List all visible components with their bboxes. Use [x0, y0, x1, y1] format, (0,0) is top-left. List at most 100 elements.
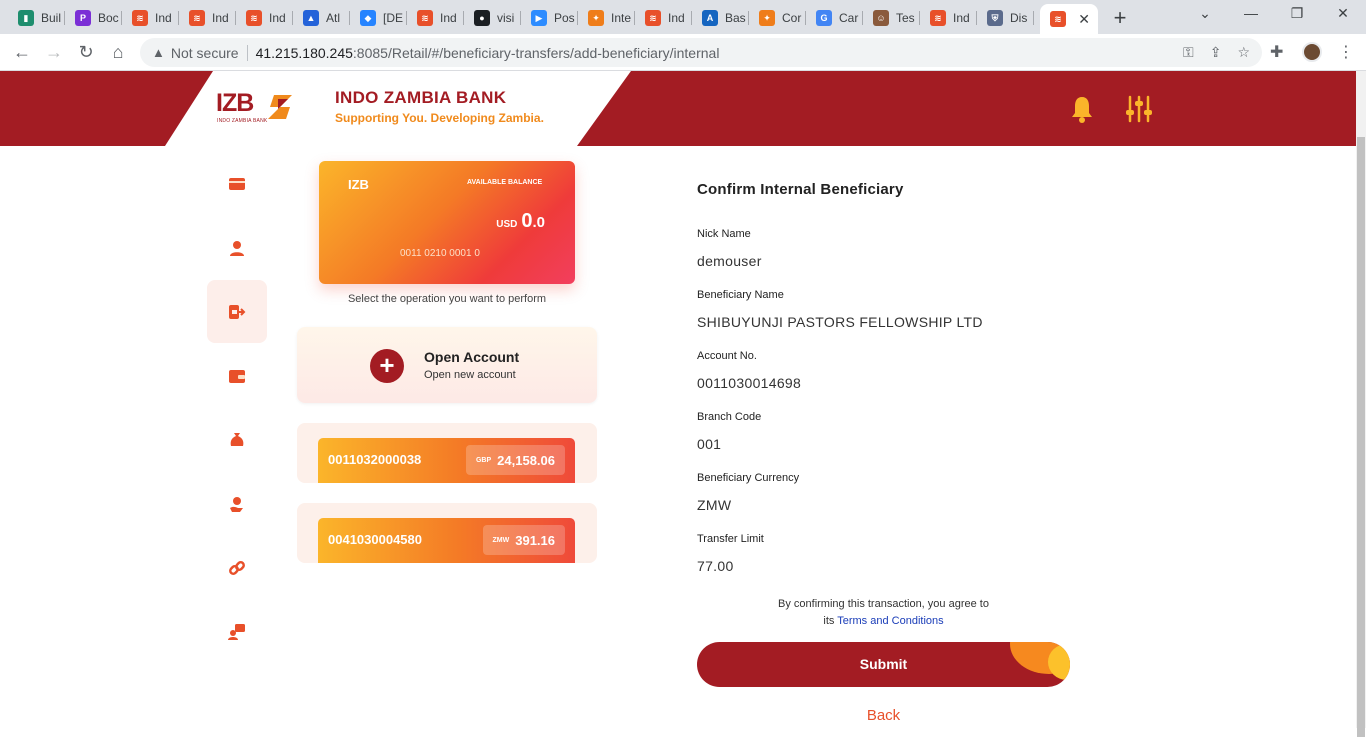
izb-favicon-icon: ≋	[645, 10, 661, 26]
home-icon[interactable]: ⌂	[106, 41, 130, 63]
izb-favicon-icon: ≋	[1050, 11, 1066, 27]
sidebar-item-beneficiaries[interactable]	[207, 472, 267, 535]
zoom-favicon-icon: ▶	[531, 10, 547, 26]
card-brand: IZB	[348, 177, 369, 192]
branch-code-value: 001	[697, 436, 722, 452]
available-balance-label: AVAILABLE BALANCE	[467, 179, 543, 186]
builder-favicon-icon: ▮	[18, 10, 34, 26]
account-no-label: Account No.	[697, 350, 757, 362]
sidebar-item-support[interactable]	[207, 600, 267, 663]
balance-currency: USD	[496, 219, 518, 230]
forward-arrow-icon[interactable]: →	[42, 41, 66, 63]
tab-7[interactable]: ≋ Ind	[407, 6, 464, 30]
security-status: Not secure	[170, 44, 239, 61]
izb-favicon-icon: ≋	[417, 10, 433, 26]
account-number: 0041030004580	[328, 532, 422, 547]
avatar-favicon-icon: ☺	[873, 10, 889, 26]
scrollbar-thumb[interactable]	[1357, 137, 1365, 737]
tab-12[interactable]: A Bas	[692, 6, 749, 30]
google-favicon-icon: G	[816, 10, 832, 26]
tab-8[interactable]: ● visi	[464, 6, 521, 30]
account-number: 0011032000038	[328, 452, 422, 467]
tab-5[interactable]: ▲ Atl	[293, 6, 350, 30]
tab-14[interactable]: G Car	[806, 6, 863, 30]
reload-icon[interactable]: ↻	[74, 41, 98, 63]
account-card[interactable]: 0011032000038 GBP 24,158.06	[297, 423, 597, 483]
submit-button[interactable]: Submit	[697, 642, 1070, 687]
operation-hint: Select the operation you want to perform	[347, 293, 547, 305]
open-account-button[interactable]: + Open Account Open new account	[297, 327, 597, 403]
azure-favicon-icon: A	[702, 10, 718, 26]
tab-label: Buil	[41, 11, 62, 25]
tab-4[interactable]: ≋ Ind	[236, 6, 293, 30]
sidebar-item-profile[interactable]	[207, 216, 267, 279]
new-tab-button[interactable]: +	[1108, 5, 1132, 31]
restore-button[interactable]: ❐	[1282, 5, 1312, 22]
warning-triangle-icon: ▲	[152, 45, 165, 60]
tab-9[interactable]: ▶ Pos	[521, 6, 578, 30]
tab-2[interactable]: ≋ Ind	[122, 6, 179, 30]
more-menu-icon[interactable]: ⋮	[1338, 42, 1354, 62]
minimize-button[interactable]: —	[1236, 5, 1266, 21]
nick-name-label: Nick Name	[697, 228, 751, 240]
tab-18[interactable]: ≋ ✕	[1040, 4, 1098, 34]
tab-13[interactable]: ✦ Cor	[749, 6, 806, 30]
branch-code-label: Branch Code	[697, 411, 762, 423]
back-arrow-icon[interactable]: ←	[10, 41, 34, 63]
izb-favicon-icon: ≋	[189, 10, 205, 26]
profile-avatar[interactable]	[1302, 42, 1322, 62]
tab-label: Ind	[212, 11, 229, 25]
account-balance-pill: ZMW 391.16	[482, 525, 565, 555]
tab-6[interactable]: ◆ [DE	[350, 6, 407, 30]
tab-15[interactable]: ☺ Tes	[863, 6, 920, 30]
sidebar-item-transfers[interactable]	[207, 280, 267, 343]
terms-link[interactable]: Terms and Conditions	[837, 615, 943, 627]
money-bag-icon	[230, 432, 244, 446]
tab-label: Cor	[782, 11, 802, 25]
tab-label: Ind	[953, 11, 970, 25]
close-tab-icon[interactable]: ✕	[1078, 11, 1090, 28]
github-favicon-icon: ●	[474, 10, 490, 26]
account-currency: ZMW	[492, 536, 510, 544]
wallet-icon	[229, 369, 245, 383]
key-icon[interactable]: ⚿	[1183, 44, 1194, 61]
tab-label: Ind	[269, 11, 286, 25]
logo-mark-icon	[268, 95, 292, 119]
transfer-limit-label: Transfer Limit	[697, 533, 764, 545]
tab-search-icon[interactable]: ⌄	[1190, 5, 1220, 22]
account-no-value: 0011030014698	[697, 375, 802, 391]
tab-1[interactable]: P Boc	[65, 6, 122, 30]
tab-16[interactable]: ≋ Ind	[920, 6, 977, 30]
settings-sliders-icon[interactable]	[1126, 95, 1152, 123]
izb-logo[interactable]: IZB INDO ZAMBIA BANK	[216, 89, 300, 129]
sidebar-item-accounts[interactable]	[207, 152, 267, 215]
back-link[interactable]: Back	[697, 707, 1070, 724]
tab-0[interactable]: ▮ Buil	[8, 6, 65, 30]
tab-10[interactable]: ✦ Inte	[578, 6, 635, 30]
account-card[interactable]: 0041030004580 ZMW 391.16	[297, 503, 597, 563]
open-account-title: Open Account	[424, 349, 520, 365]
tab-17[interactable]: ⛨ Dis	[977, 6, 1034, 30]
tab-3[interactable]: ≋ Ind	[179, 6, 236, 30]
account-balance: 24,158.06	[497, 452, 555, 468]
sidebar-item-wallet[interactable]	[207, 344, 267, 407]
sidebar-item-loans[interactable]	[207, 408, 267, 471]
browser-toolbar: ← → ↻ ⌂ ▲ Not secure 41.215.180.245:8085…	[0, 34, 1366, 71]
share-icon[interactable]: ⇪	[1210, 44, 1222, 61]
notification-bell-icon[interactable]	[1070, 95, 1094, 123]
beneficiary-currency-label: Beneficiary Currency	[697, 472, 800, 484]
extensions-puzzle-icon[interactable]: ✚	[1270, 42, 1283, 62]
address-bar[interactable]: ▲ Not secure 41.215.180.245:8085/Retail/…	[140, 38, 1262, 67]
tab-label: Dis	[1010, 11, 1028, 25]
bookmark-star-icon[interactable]: ☆	[1237, 44, 1250, 61]
tab-label: Ind	[668, 11, 685, 25]
beneficiary-name-label: Beneficiary Name	[697, 289, 784, 301]
submit-label: Submit	[859, 656, 908, 672]
balance-card[interactable]: IZB AVAILABLE BALANCE USD 0.0 0011 0210 0…	[319, 161, 575, 284]
agreement-text: By confirming this transaction, you agre…	[697, 596, 1070, 630]
sidebar-item-links[interactable]	[207, 536, 267, 599]
page-scrollbar[interactable]	[1356, 71, 1366, 737]
transfer-icon	[229, 304, 246, 319]
tab-11[interactable]: ≋ Ind	[635, 6, 692, 30]
close-window-button[interactable]: ✕	[1328, 5, 1358, 22]
